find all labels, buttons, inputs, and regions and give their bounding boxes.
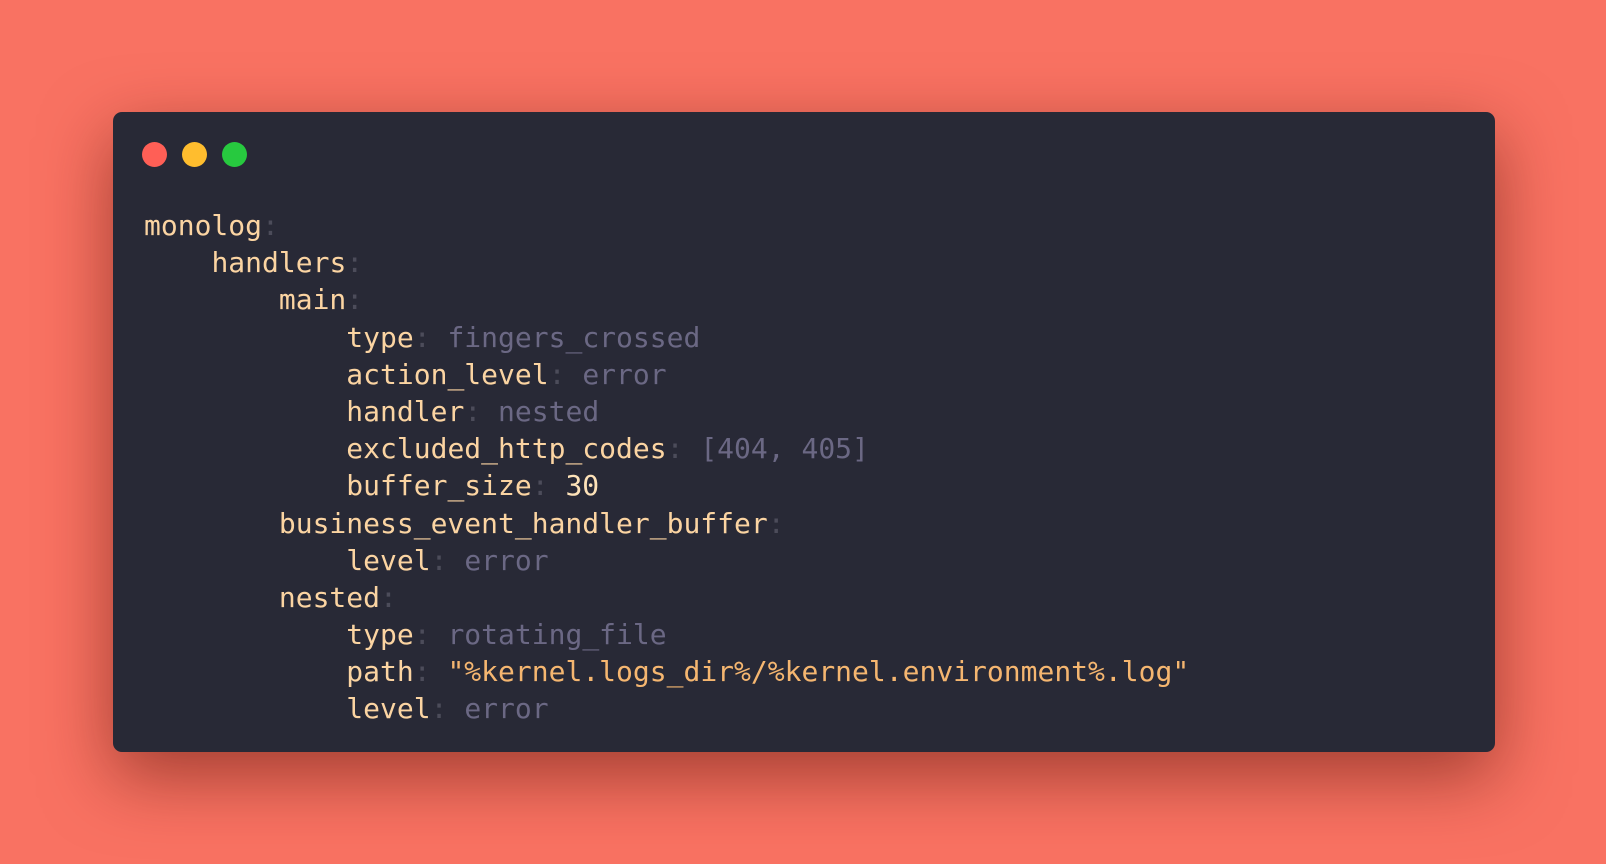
yaml-key: monolog: [144, 209, 263, 242]
yaml-value: nested: [498, 394, 600, 428]
code-line: type: fingers_crossed: [144, 319, 1189, 356]
colon: :: [262, 209, 279, 242]
colon: :: [531, 469, 549, 503]
yaml-value: rotating_file: [447, 618, 667, 652]
colon: :: [346, 283, 364, 317]
yaml-key: level: [346, 543, 431, 577]
yaml-key: business_event_handler_buffer: [278, 506, 768, 540]
yaml-key: handler: [346, 394, 465, 428]
colon: :: [413, 320, 431, 354]
close-dot-icon: [142, 142, 167, 167]
code-line: type: rotating_file: [144, 616, 1189, 653]
yaml-value: 30: [565, 469, 600, 503]
code-line: path: "%kernel.logs_dir%/%kernel.environ…: [144, 653, 1189, 690]
yaml-key: level: [346, 692, 431, 726]
yaml-key: path: [346, 655, 414, 689]
code-line: nested:: [144, 579, 1189, 616]
code-line: monolog:: [144, 207, 1189, 244]
code-line: action_level: error: [144, 356, 1189, 393]
yaml-key: handlers: [211, 246, 347, 280]
yaml-value: fingers_crossed: [447, 320, 701, 354]
maximize-dot-icon: [222, 142, 247, 167]
code-line: main:: [144, 281, 1189, 318]
colon: :: [413, 655, 431, 689]
yaml-key: type: [346, 618, 414, 652]
code-block: monolog: handlers: main: type: fingers_c…: [144, 207, 1189, 728]
yaml-value: error: [582, 357, 667, 391]
colon: :: [430, 692, 448, 726]
colon: :: [767, 506, 785, 540]
minimize-dot-icon: [182, 142, 207, 167]
colon: :: [464, 394, 482, 428]
code-line: excluded_http_codes: [404, 405]: [144, 430, 1189, 467]
code-line: handler: nested: [144, 393, 1189, 430]
colon: :: [666, 432, 684, 466]
yaml-key: nested: [278, 580, 381, 614]
code-line: buffer_size: 30: [144, 467, 1189, 504]
yaml-key: buffer_size: [346, 469, 532, 503]
yaml-value: error: [464, 692, 549, 726]
yaml-value: error: [464, 543, 549, 577]
colon: :: [346, 246, 364, 280]
code-line: level: error: [144, 690, 1189, 727]
colon: :: [413, 618, 431, 652]
yaml-value: [404, 405]: [700, 432, 869, 466]
yaml-key: main: [278, 283, 347, 317]
yaml-value: "%kernel.logs_dir%/%kernel.environment%.…: [447, 655, 1190, 689]
colon: :: [380, 580, 397, 614]
yaml-key: type: [346, 320, 414, 354]
code-line: business_event_handler_buffer:: [144, 505, 1189, 542]
yaml-key: excluded_http_codes: [346, 432, 667, 466]
code-line: handlers:: [144, 244, 1189, 281]
code-line: level: error: [144, 542, 1189, 579]
yaml-key: action_level: [346, 357, 549, 391]
colon: :: [548, 357, 566, 391]
colon: :: [430, 543, 448, 577]
